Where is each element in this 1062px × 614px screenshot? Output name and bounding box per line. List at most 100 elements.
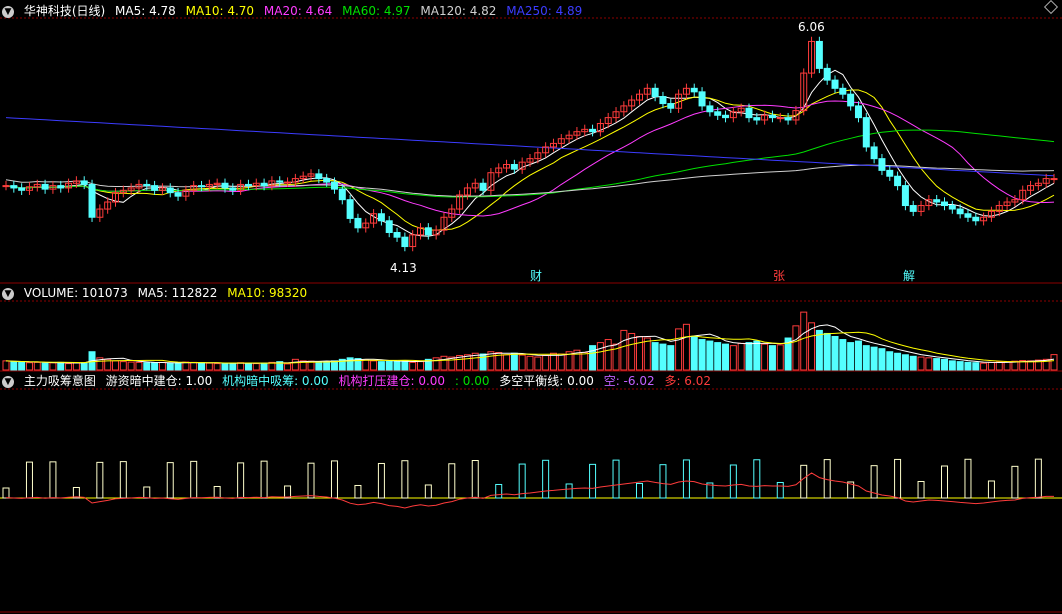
candle-body: [964, 213, 972, 218]
volume-bar: [815, 329, 823, 371]
volume-bar: [393, 360, 401, 371]
indicator-bar: [987, 480, 995, 499]
volume-bar: [18, 361, 26, 371]
candle-body: [88, 183, 96, 218]
indicator-bar: [682, 459, 690, 499]
indicator-bar: [49, 461, 57, 499]
indicator-bar: [964, 458, 972, 499]
volume-bar: [581, 351, 589, 371]
indicator-title-bar: ▼ 主力吸筹意图 游资暗中建仓: 1.00 机构暗中吸筹: 0.00 机构打压建…: [2, 373, 717, 389]
candle-body: [315, 173, 323, 180]
volume-bar: [432, 357, 440, 371]
volume-bar: [252, 363, 260, 371]
volume-bar: [870, 346, 878, 371]
candle-body: [424, 227, 432, 236]
indicator-bar: [96, 461, 104, 499]
candle-body: [229, 187, 237, 191]
volume-bar: [315, 361, 323, 371]
indicator-bar: [941, 465, 949, 499]
indicator-bar: [495, 483, 503, 499]
volume-bar: [2, 360, 10, 371]
chevron-down-icon[interactable]: ▼: [2, 375, 14, 388]
volume-bar: [244, 362, 252, 371]
candle-body: [330, 181, 338, 190]
candle-body: [714, 111, 722, 116]
volume-bar: [901, 354, 909, 371]
candle-body: [862, 117, 870, 148]
indicator-bar: [237, 462, 245, 499]
volume-bar: [213, 363, 221, 371]
volume-bar: [323, 361, 331, 371]
candle-body: [776, 117, 784, 120]
volume-bar: [33, 361, 41, 371]
candle-body: [768, 114, 776, 119]
vol-ma5-value: MA5: 112822: [137, 286, 218, 300]
volume-bar: [291, 358, 299, 371]
indicator-bar: [25, 461, 33, 499]
candle-body: [1050, 178, 1058, 181]
volume-bar: [698, 339, 706, 371]
volume-bar: [917, 356, 925, 371]
candle-body: [972, 216, 980, 222]
indicator-bar: [894, 458, 902, 499]
candle-body: [886, 169, 894, 177]
candle-body: [698, 91, 706, 107]
candle-body: [354, 217, 362, 229]
price-indicator-bar: ▼ 华神科技(日线) MA5: 4.78 MA10: 4.70 MA20: 4.…: [2, 3, 588, 19]
volume-bar: [948, 360, 956, 371]
indicator-2: 机构暗中吸筹: 0.00: [222, 374, 329, 388]
candle-body: [870, 146, 878, 160]
volume-bar: [229, 362, 237, 371]
volume-bar: [503, 354, 511, 371]
volume-bar: [440, 355, 448, 371]
candle-body: [166, 187, 174, 194]
indicator-bar: [401, 460, 409, 499]
volume-bar: [221, 363, 229, 371]
candle-body: [174, 192, 182, 197]
volume-bar: [119, 361, 127, 371]
candle-body: [839, 87, 847, 95]
candle-body: [933, 199, 941, 203]
chevron-down-icon[interactable]: ▼: [2, 5, 14, 18]
volume-bar: [745, 342, 753, 371]
volume-bar: [714, 342, 722, 371]
indicator-1: 游资暗中建仓: 1.00: [105, 374, 213, 388]
indicator-bar: [166, 462, 174, 499]
indicator-bar: [143, 486, 151, 499]
candle-body: [894, 175, 902, 187]
long-line: [5, 472, 1054, 509]
volume-bar: [377, 361, 385, 371]
candle-body: [479, 182, 487, 191]
high-price-label: 6.06: [798, 20, 825, 34]
indicator-bar: [119, 461, 127, 499]
indicator-bar: [377, 462, 385, 499]
indicator-bar: [1011, 465, 1019, 499]
volume-bar: [909, 355, 917, 371]
candle-body: [659, 96, 667, 105]
indicator-name: 主力吸筹意图: [23, 374, 96, 388]
candle-body: [690, 87, 698, 93]
volume-bar: [385, 360, 393, 371]
indicator-bar: [448, 463, 456, 499]
volume-bar: [198, 362, 206, 371]
candle-body: [854, 105, 862, 119]
indicator-bar: [1034, 458, 1042, 499]
candle-body: [338, 188, 346, 201]
chevron-down-icon[interactable]: ▼: [2, 287, 14, 300]
kline-chart[interactable]: 6.06 4.13 财 张 解: [0, 0, 1062, 614]
volume-bar: [542, 355, 550, 371]
candle-body: [151, 185, 159, 191]
volume-bar: [823, 332, 831, 371]
indicator-bar: [307, 462, 315, 499]
volume-bar: [886, 351, 894, 371]
candle-body: [401, 236, 409, 248]
candle-body: [143, 183, 151, 187]
volume-bar: [933, 358, 941, 371]
volume-bar: [589, 345, 597, 371]
volume-bar: [839, 339, 847, 371]
indicator-bar: [260, 460, 268, 499]
candle-body: [667, 103, 675, 109]
volume-bar: [651, 342, 659, 371]
candle-body: [706, 105, 714, 113]
indicator-bar: [471, 460, 479, 499]
